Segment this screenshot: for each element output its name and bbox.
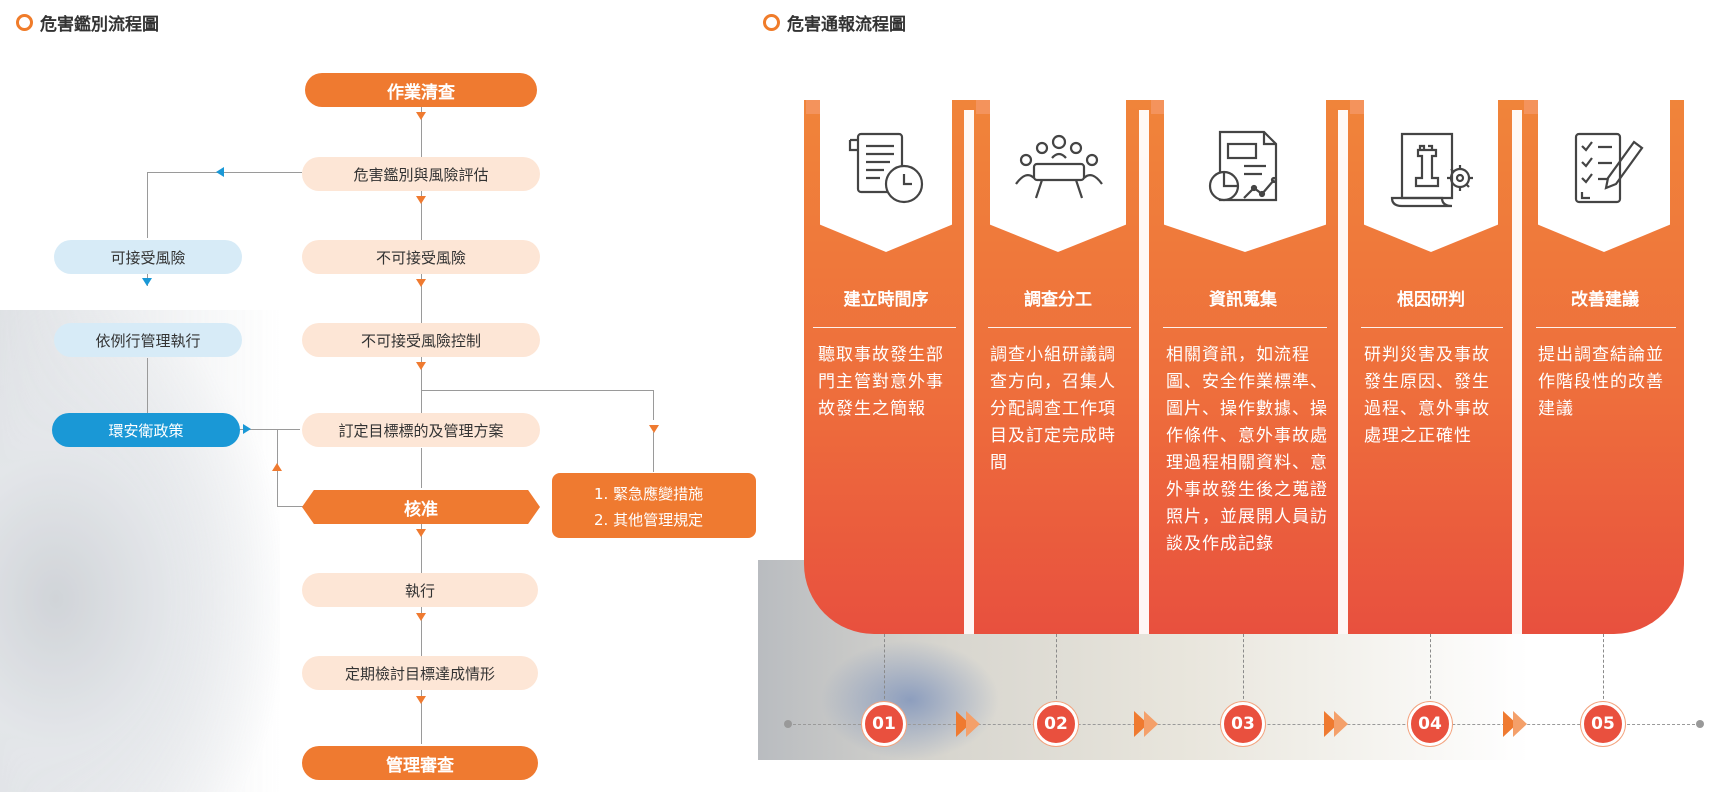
node-periodic-review: 定期檢討目標達成情形 [302,656,538,690]
connector [653,432,654,472]
arrow-down-icon [416,529,426,537]
step-connector [1243,634,1244,704]
tab-fold [1524,100,1538,114]
node-ehs-policy: 環安衛政策 [52,413,240,447]
report-chart-icon [1200,128,1290,212]
node-objectives-plan: 訂定目標標的及管理方案 [302,413,540,447]
title-divider [988,327,1131,328]
step-2-icon-badge [990,100,1126,252]
node-acceptable-risk: 可接受風險 [54,240,242,274]
step-3-title: 資訊蒐集 [1209,290,1277,310]
checklist-pen-icon [1572,130,1646,210]
step-3-number: 03 [1221,702,1265,746]
step-1-description: 聽取事故發生部門主管對意外事故發生之簡報 [818,345,944,419]
arrow-down-icon [416,112,426,120]
node-hazard-assessment: 危害鑑別與風險評估 [302,157,540,191]
step-5-icon-badge [1538,100,1670,252]
arrow-down-icon [649,425,659,433]
arrow-right-icon [243,424,251,434]
connector [653,390,654,420]
node-management-review: 管理審查 [302,746,538,780]
step-4-number: 04 [1408,702,1452,746]
step-connector [1056,634,1057,704]
double-chevron-icon [1503,711,1527,737]
column-divider [964,110,974,634]
strategy-chess-gear-icon [1386,130,1478,212]
timeline-start-dot [784,720,792,728]
step-2-description: 調查小組研議調查方向，召集人分配調查工作項目及訂定完成時間 [990,345,1116,473]
node-job-inventory: 作業清查 [305,73,537,107]
title-divider [1536,327,1676,328]
column-divider [1139,110,1149,634]
tab-fold [1151,100,1165,114]
step-connector [1603,634,1604,704]
emergency-item-1: 1. 緊急應變措施 [594,485,704,503]
step-3-icon-badge [1164,100,1326,252]
title-divider [813,327,956,328]
title-divider [1163,327,1327,328]
step-1-number: 01 [862,702,906,746]
double-chevron-icon [956,711,980,737]
arrow-down-icon [142,278,152,286]
connector [147,172,148,238]
column-divider [1338,110,1348,634]
step-connector [1430,634,1431,704]
section-bullet-icon [16,14,33,31]
arrow-down-icon [416,696,426,704]
step-connector [884,634,885,704]
arrow-up-icon [272,463,282,471]
step-4-icon-badge [1364,100,1498,252]
connector [421,390,654,391]
step-5-description: 提出調查結論並作階段性的改善建議 [1538,345,1664,419]
timeline-document-clock-icon [846,130,932,210]
background-photo-detail [820,640,1000,760]
emergency-item-2: 2. 其他管理規定 [594,511,704,529]
connector [421,448,422,488]
tab-fold [806,100,820,114]
node-routine-management: 依例行管理執行 [54,323,242,357]
step-5-number: 05 [1581,702,1625,746]
step-3-description: 相關資訊，如流程圖、安全作業標準、圖片、操作數據、操作條件、意外事故處理過程相關… [1166,345,1328,554]
background-photo-left [0,310,280,792]
arrow-down-icon [416,362,426,370]
node-approval: 核准 [302,490,540,524]
left-section-title: 危害鑑別流程圖 [16,10,159,35]
timeline-end-dot [1696,720,1704,728]
right-section-title: 危害通報流程圖 [763,10,906,35]
step-1-icon-badge [820,100,952,252]
arrow-left-icon [216,167,224,177]
node-execute: 執行 [302,573,538,607]
arrow-down-icon [416,279,426,287]
node-risk-control: 不可接受風險控制 [302,323,540,357]
step-4-description: 研判災害及事故發生原因、發生過程、意外事故處理之正確性 [1364,345,1490,446]
title-divider [1361,327,1503,328]
double-chevron-icon [1134,711,1158,737]
step-5-title: 改善建議 [1571,290,1639,310]
section-bullet-icon [763,14,780,31]
step-4-title: 根因研判 [1397,290,1465,310]
connector [147,172,302,173]
connector [277,506,303,507]
step-2-title: 調查分工 [1024,290,1092,310]
node-unacceptable-risk: 不可接受風險 [302,240,540,274]
step-2-number: 02 [1034,702,1078,746]
tab-fold [1350,100,1364,114]
arrow-down-icon [416,613,426,621]
meeting-table-icon [1012,134,1106,204]
column-divider [1512,110,1522,634]
node-emergency-measures: 1. 緊急應變措施 2. 其他管理規定 [552,473,756,538]
connector [147,358,148,413]
arrow-down-icon [416,196,426,204]
tab-fold [976,100,990,114]
double-chevron-icon [1324,711,1348,737]
step-1-title: 建立時間序 [843,290,929,310]
